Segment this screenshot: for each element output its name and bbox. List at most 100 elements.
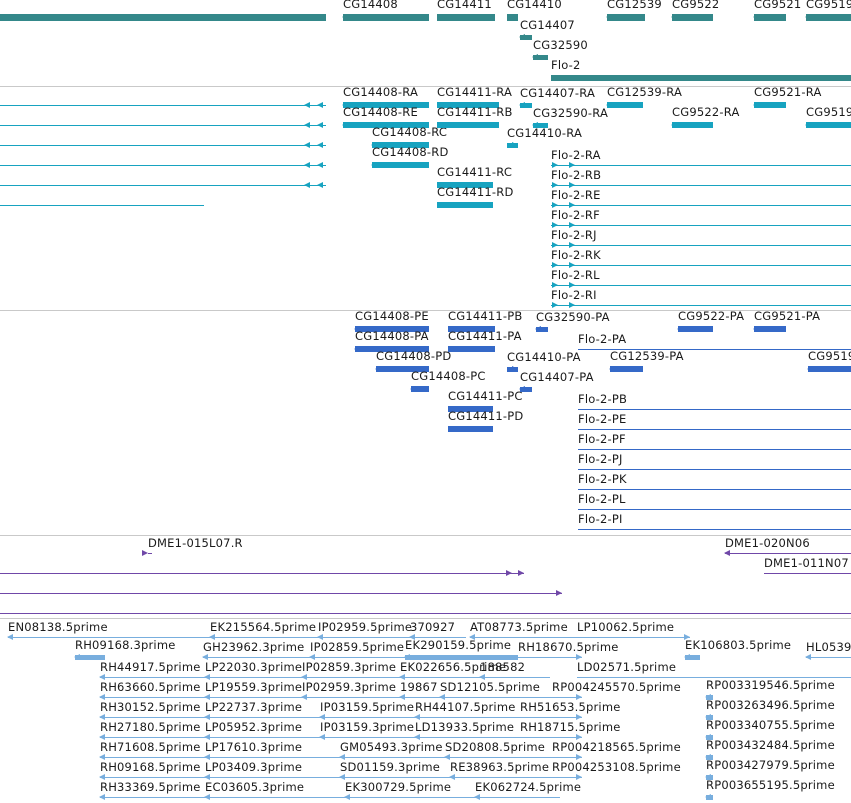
est-label: RH63660.5prime <box>100 680 201 694</box>
transcript-bar[interactable] <box>806 122 851 128</box>
gene-bar[interactable] <box>343 14 429 21</box>
gene-label: CG32590 <box>533 38 588 52</box>
protein-bar[interactable] <box>578 449 851 450</box>
track-separator <box>0 535 851 536</box>
est-bar[interactable] <box>806 657 851 658</box>
est-bar[interactable] <box>320 717 415 718</box>
transcript-bar[interactable] <box>551 225 851 226</box>
est-bar[interactable] <box>340 777 450 778</box>
est-bar[interactable] <box>340 757 445 758</box>
est-bar[interactable] <box>318 637 410 638</box>
transcript-label: CG14411-RC <box>437 165 513 179</box>
transcript-bar[interactable] <box>551 305 851 306</box>
est-bar[interactable] <box>450 777 552 778</box>
strand-forward-arrow-icon <box>512 14 518 20</box>
est-bar[interactable] <box>205 697 302 698</box>
clone-bar[interactable] <box>0 613 851 614</box>
est-bar[interactable] <box>205 737 320 738</box>
protein-bar[interactable] <box>448 346 495 352</box>
est-bar[interactable] <box>100 777 205 778</box>
transcript-label: CG14411-RA <box>437 85 513 99</box>
protein-bar[interactable] <box>578 529 851 530</box>
est-bar[interactable] <box>520 717 582 718</box>
transcript-bar[interactable] <box>551 205 851 206</box>
est-bar[interactable] <box>205 777 340 778</box>
est-bar[interactable] <box>302 697 400 698</box>
protein-bar[interactable] <box>808 366 851 372</box>
est-bar[interactable] <box>205 757 340 758</box>
clone-bar[interactable] <box>148 553 152 554</box>
strand-reverse-arrow-icon <box>705 794 711 800</box>
est-bar[interactable] <box>100 697 205 698</box>
transcript-label: CG14407-RA <box>520 86 596 100</box>
transcript-label: CG14411-RD <box>437 185 514 199</box>
strand-forward-arrow-icon <box>556 590 562 596</box>
gene-bar[interactable] <box>551 75 851 81</box>
est-bar[interactable] <box>100 717 205 718</box>
est-label: RP004218565.5prime <box>552 740 681 754</box>
transcript-bar[interactable] <box>607 102 643 108</box>
est-bar[interactable] <box>577 637 690 638</box>
clone-bar[interactable] <box>0 593 562 594</box>
transcript-bar[interactable] <box>551 265 851 266</box>
est-label: LP19559.3prime <box>205 680 303 694</box>
transcript-bar[interactable] <box>437 202 493 208</box>
est-bar[interactable] <box>415 737 520 738</box>
protein-bar[interactable] <box>578 429 851 430</box>
clone-bar[interactable] <box>725 553 851 554</box>
protein-bar[interactable] <box>578 509 851 510</box>
transcript-bar[interactable] <box>0 145 326 146</box>
est-bar[interactable] <box>205 717 320 718</box>
est-bar[interactable] <box>415 717 520 718</box>
est-bar[interactable] <box>400 677 480 678</box>
protein-bar[interactable] <box>678 326 713 332</box>
gene-bar[interactable] <box>672 14 713 21</box>
protein-bar[interactable] <box>578 489 851 490</box>
transcript-label: Flo-2-RL <box>551 268 600 282</box>
transcript-bar[interactable] <box>0 205 204 206</box>
transcript-bar[interactable] <box>551 165 851 166</box>
est-bar[interactable] <box>205 797 345 798</box>
transcript-bar[interactable] <box>437 122 499 128</box>
est-bar[interactable] <box>440 697 552 698</box>
transcript-bar[interactable] <box>372 162 429 168</box>
transcript-bar[interactable] <box>551 285 851 286</box>
transcript-bar[interactable] <box>551 245 851 246</box>
gene-bar[interactable] <box>437 14 495 21</box>
gene-bar[interactable] <box>0 14 326 21</box>
est-bar[interactable] <box>400 697 440 698</box>
gene-bar[interactable] <box>806 14 851 21</box>
est-bar[interactable] <box>475 797 560 798</box>
est-bar[interactable] <box>345 797 475 798</box>
est-bar[interactable] <box>518 657 582 658</box>
transcript-bar[interactable] <box>672 122 713 128</box>
clone-label: DME1-015L07.R <box>148 536 243 550</box>
est-bar[interactable] <box>100 677 205 678</box>
transcript-bar[interactable] <box>0 105 326 106</box>
strand-reverse-arrow-icon <box>724 550 730 556</box>
protein-bar[interactable] <box>578 409 851 410</box>
est-bar[interactable] <box>445 757 552 758</box>
protein-bar[interactable] <box>578 469 851 470</box>
est-bar[interactable] <box>302 677 400 678</box>
est-bar[interactable] <box>210 637 318 638</box>
transcript-bar[interactable] <box>0 165 326 166</box>
gene-bar[interactable] <box>607 14 645 21</box>
clone-bar[interactable] <box>0 573 524 574</box>
est-bar[interactable] <box>320 737 415 738</box>
clone-bar[interactable] <box>764 573 851 574</box>
est-bar[interactable] <box>203 657 310 658</box>
est-label: RP003263496.5prime <box>706 698 835 712</box>
est-bar[interactable] <box>310 657 405 658</box>
est-bar[interactable] <box>205 677 302 678</box>
est-bar[interactable] <box>100 797 205 798</box>
est-bar[interactable] <box>520 737 582 738</box>
est-label: SD20808.5prime <box>445 740 546 754</box>
transcript-bar[interactable] <box>551 185 851 186</box>
est-bar[interactable] <box>100 737 205 738</box>
protein-label: Flo-2-PB <box>578 392 628 406</box>
est-bar[interactable] <box>480 677 550 678</box>
transcript-bar[interactable] <box>0 185 326 186</box>
transcript-bar[interactable] <box>0 125 326 126</box>
est-bar[interactable] <box>100 757 205 758</box>
